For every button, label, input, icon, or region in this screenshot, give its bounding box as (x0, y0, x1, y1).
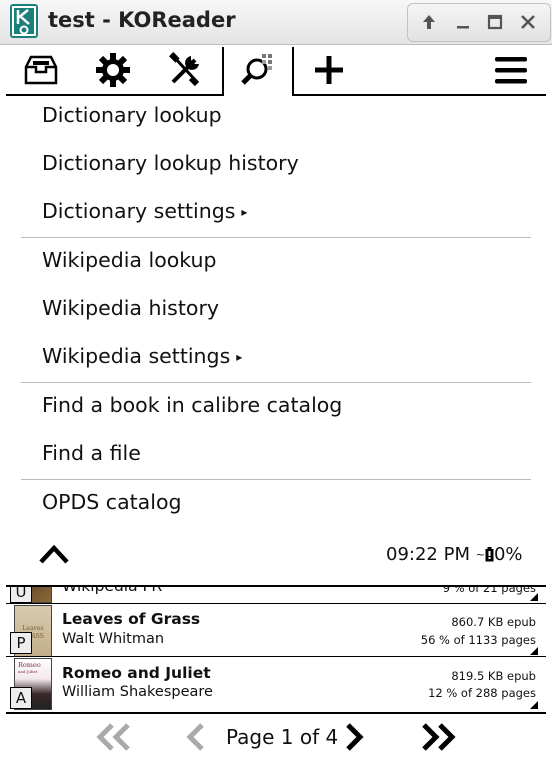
time-text: 09:22 PM (386, 544, 470, 565)
window-title: test - KOReader (48, 8, 236, 32)
corner-marker-icon (530, 593, 538, 601)
minimize-icon[interactable] (451, 10, 475, 34)
page-indicator[interactable]: Page 1 of 4 (226, 725, 338, 749)
book-author: William Shakespeare (62, 684, 213, 700)
window-controls (407, 3, 551, 42)
active-tab-border (292, 47, 294, 96)
settings-gear-icon[interactable] (86, 45, 140, 95)
toolbar-underline (292, 94, 546, 96)
list-bottom-border (6, 712, 546, 714)
tools-icon[interactable] (158, 45, 212, 95)
menu-item-dictionary-lookup[interactable]: Dictionary lookup (42, 103, 222, 127)
toolbar-underline (6, 94, 222, 96)
svg-text:and Juliet: and Juliet (18, 669, 38, 674)
first-page-button[interactable] (92, 722, 136, 756)
menu-item-find-file[interactable]: Find a file (42, 441, 141, 465)
menu-separator (21, 237, 531, 238)
book-author: Walt Whitman (62, 631, 165, 647)
list-letter-badge: P (10, 632, 32, 654)
submenu-arrow-icon: ▸ (241, 205, 248, 219)
plus-icon[interactable] (302, 45, 356, 95)
window-titlebar: test - KOReader (0, 0, 552, 45)
menu-item-dictionary-history[interactable]: Dictionary lookup history (42, 151, 299, 175)
close-icon[interactable] (516, 10, 540, 34)
next-page-button[interactable] (342, 722, 368, 756)
book-progress: 12 % of 288 pages (428, 686, 536, 700)
search-icon[interactable] (231, 45, 285, 95)
menu-item-wikipedia-history[interactable]: Wikipedia history (42, 296, 219, 320)
book-size: 860.7 KB epub (451, 615, 536, 629)
menu-item-opds-catalog[interactable]: OPDS catalog (42, 490, 182, 514)
svg-text:Leaves: Leaves (22, 625, 43, 632)
maximize-icon[interactable] (483, 10, 507, 34)
book-title: Romeo and Juliet (62, 664, 211, 682)
list-item[interactable]: U Wikipedia FR 9 % of 21 pages (6, 587, 546, 603)
koreader-logo-icon (10, 4, 38, 38)
chevron-up-icon[interactable] (38, 542, 70, 570)
status-clock: 09:22 PM ~0% (386, 544, 523, 565)
battery-icon (485, 544, 494, 565)
previous-page-button[interactable] (182, 722, 208, 756)
book-size: 819.5 KB epub (451, 669, 536, 683)
last-page-button[interactable] (416, 722, 460, 756)
top-toolbar (0, 45, 552, 96)
book-progress: 9 % of 21 pages (442, 587, 536, 595)
menu-item-calibre-search[interactable]: Find a book in calibre catalog (42, 393, 342, 417)
active-tab-border (222, 47, 224, 96)
submenu-arrow-icon: ▸ (236, 350, 243, 364)
svg-text:Romeo: Romeo (18, 661, 41, 669)
list-item[interactable]: Leaves GRASS P Leaves of Grass Walt Whitm… (6, 604, 546, 657)
up-arrow-icon[interactable] (417, 10, 441, 34)
menu-item-dictionary-settings[interactable]: Dictionary settings ▸ (42, 199, 247, 223)
list-item[interactable]: Romeo and Juliet A Romeo and Juliet Willi… (6, 657, 546, 711)
filebrowser-icon[interactable] (14, 45, 68, 95)
corner-marker-icon (530, 701, 538, 709)
wifi-off-icon: ~ (475, 548, 485, 561)
list-letter-badge: U (10, 587, 32, 603)
battery-level: 0% (493, 544, 523, 565)
hamburger-menu-icon[interactable] (484, 45, 538, 95)
menu-separator (21, 479, 531, 480)
book-title: Leaves of Grass (62, 610, 201, 628)
book-progress: 56 % of 1133 pages (420, 633, 536, 647)
corner-marker-icon (530, 647, 538, 655)
book-title: Wikipedia FR (62, 587, 162, 595)
list-letter-badge: A (10, 687, 32, 709)
menu-item-wikipedia-lookup[interactable]: Wikipedia lookup (42, 248, 217, 272)
menu-item-wikipedia-settings[interactable]: Wikipedia settings ▸ (42, 344, 242, 368)
menu-separator (21, 382, 531, 383)
